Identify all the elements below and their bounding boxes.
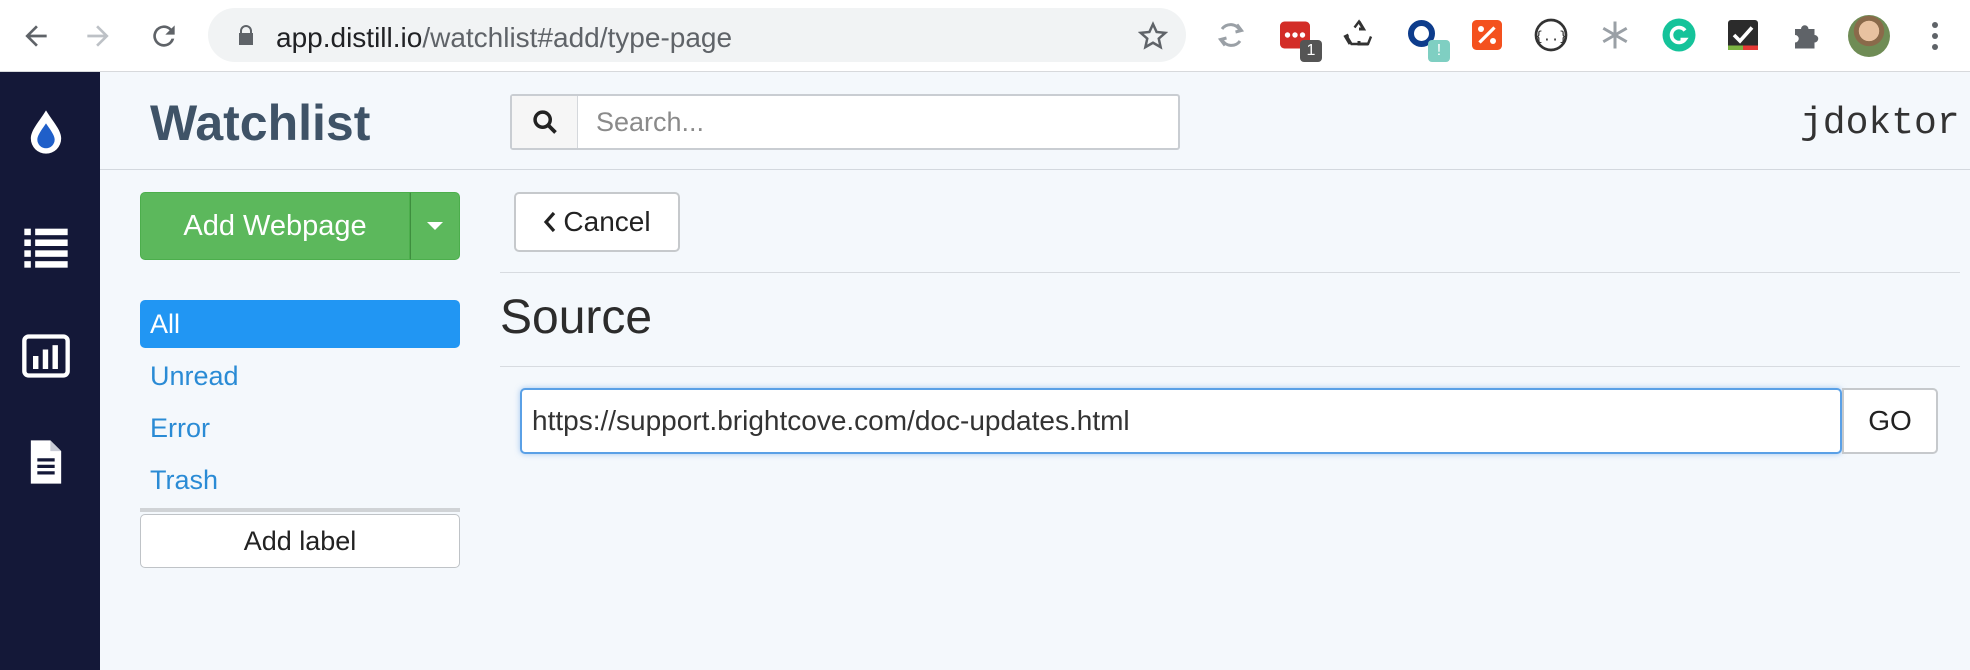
- source-url-input[interactable]: [520, 388, 1842, 454]
- label-error[interactable]: Error: [140, 404, 460, 452]
- blue-ring-ext-icon[interactable]: !: [1404, 16, 1450, 62]
- forward-icon[interactable]: [76, 14, 120, 58]
- checklist-ext-icon[interactable]: [1724, 16, 1762, 54]
- chevron-left-icon: [544, 211, 556, 233]
- cancel-button[interactable]: Cancel: [514, 192, 680, 252]
- ext-badge: 1: [1300, 40, 1322, 62]
- add-dropdown-caret-icon[interactable]: [410, 192, 460, 260]
- bookmark-star-icon[interactable]: [1138, 21, 1168, 51]
- json-ext-icon[interactable]: {..}: [1532, 16, 1570, 54]
- add-webpage-group: Add Webpage: [140, 192, 460, 260]
- address-bar[interactable]: app.distill.io/watchlist#add/type-page: [208, 8, 1186, 62]
- recycle-ext-icon[interactable]: [1340, 16, 1378, 54]
- bar-chart-icon[interactable]: [18, 328, 74, 384]
- lock-icon: [239, 25, 253, 45]
- page-title: Watchlist: [150, 95, 371, 151]
- profile-avatar[interactable]: [1848, 15, 1890, 57]
- add-label-button[interactable]: Add label: [140, 514, 460, 568]
- label-unread[interactable]: Unread: [140, 352, 460, 400]
- search-input[interactable]: [580, 96, 1176, 148]
- divider: [500, 272, 1960, 273]
- lastpass-ext-icon[interactable]: 1: [1276, 16, 1322, 62]
- divider: [140, 508, 460, 512]
- puzzle-ext-icon[interactable]: [1788, 16, 1826, 54]
- label-trash[interactable]: Trash: [140, 456, 460, 504]
- reload-icon[interactable]: [142, 14, 186, 58]
- document-icon[interactable]: [18, 434, 74, 490]
- label-list: All Unread Error Trash: [140, 300, 460, 508]
- browser-toolbar: app.distill.io/watchlist#add/type-page 1…: [0, 0, 1970, 72]
- go-button[interactable]: GO: [1842, 388, 1938, 454]
- app-sidebar: [0, 72, 100, 670]
- section-title: Source: [500, 291, 653, 344]
- orange-percent-ext-icon[interactable]: [1468, 16, 1506, 54]
- label-all[interactable]: All: [140, 300, 460, 348]
- add-webpage-button[interactable]: Add Webpage: [140, 192, 410, 260]
- list-icon[interactable]: [18, 218, 74, 274]
- cancel-label: Cancel: [563, 206, 651, 237]
- drop-logo-icon[interactable]: [18, 104, 74, 160]
- browser-menu-icon[interactable]: [1920, 14, 1950, 58]
- svg-text:{..}: {..}: [1535, 28, 1568, 44]
- search-box[interactable]: [510, 94, 1180, 150]
- app-header: Watchlist jdoktor: [100, 72, 1970, 170]
- ext-badge: !: [1428, 40, 1450, 62]
- username[interactable]: jdoktor: [1800, 102, 1960, 145]
- back-icon[interactable]: [14, 14, 58, 58]
- grammarly-ext-icon[interactable]: [1660, 16, 1698, 54]
- url-text: app.distill.io/watchlist#add/type-page: [276, 22, 733, 53]
- search-icon: [512, 96, 578, 148]
- sync-ext-icon[interactable]: [1212, 16, 1250, 54]
- divider: [500, 366, 1960, 367]
- snowflake-ext-icon[interactable]: [1596, 16, 1634, 54]
